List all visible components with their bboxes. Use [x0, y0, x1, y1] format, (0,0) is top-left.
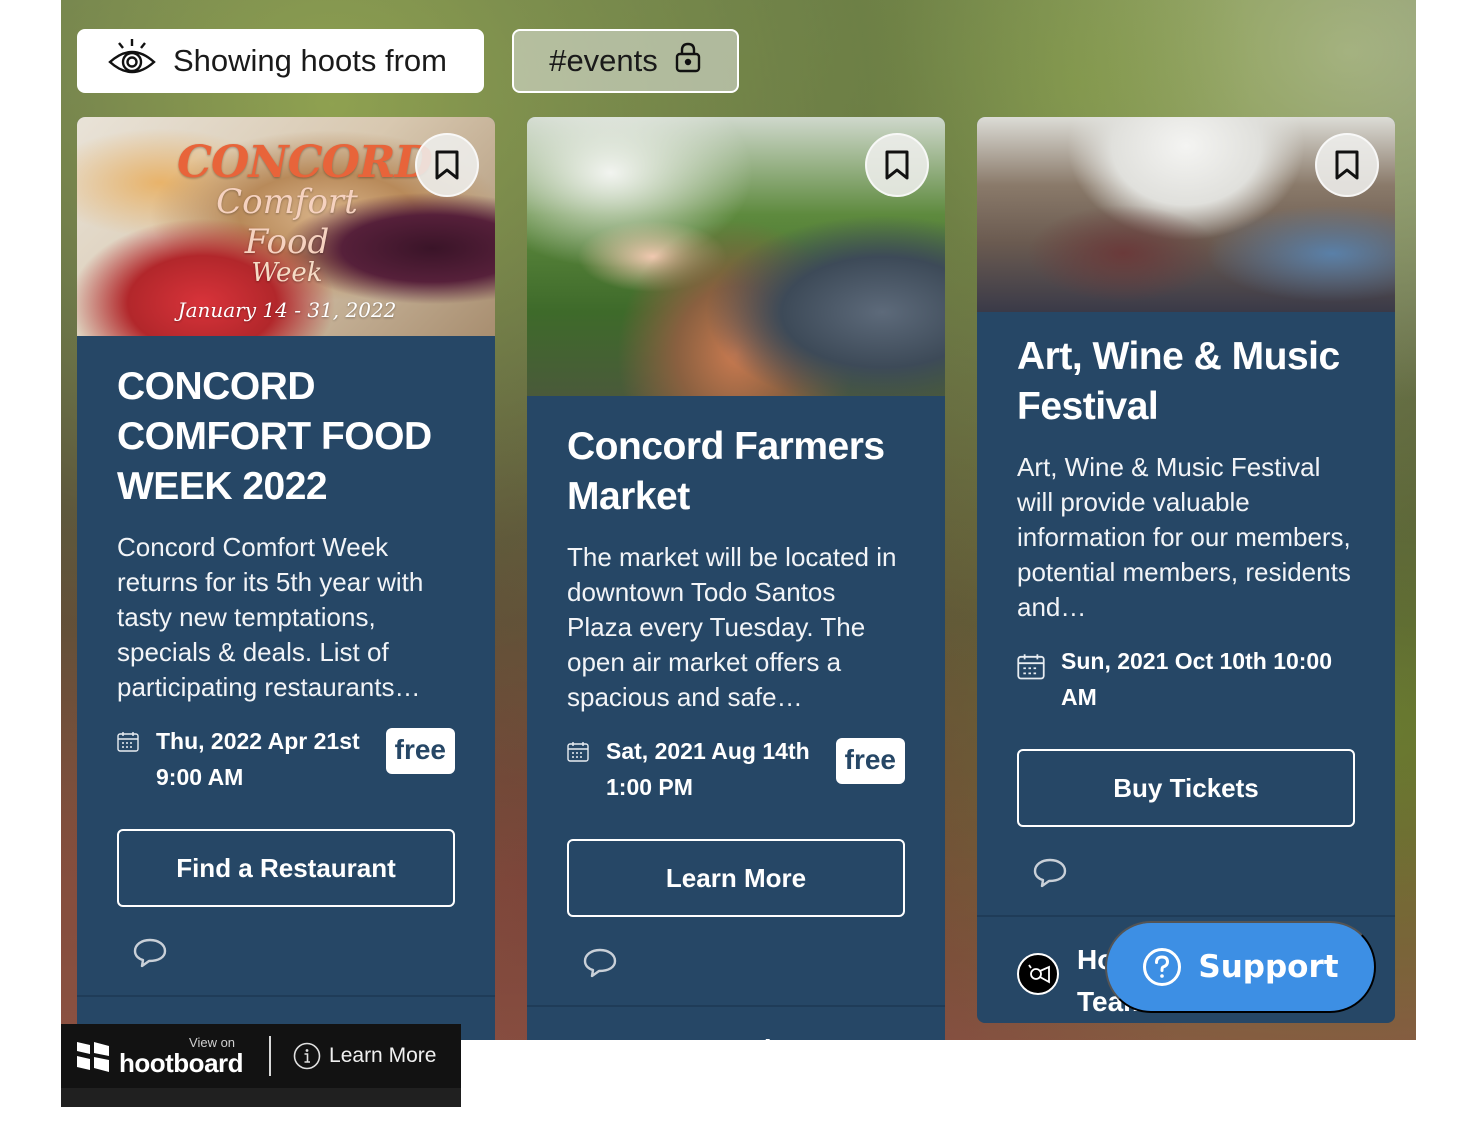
bookmark-icon — [885, 150, 909, 180]
author-name[interactable]: HootBoard — [627, 1029, 772, 1040]
comment-icon[interactable] — [583, 947, 617, 979]
image-text-line: January 14 - 31, 2022 — [177, 298, 397, 322]
bookmark-button[interactable] — [415, 133, 479, 197]
event-date-row: Thu, 2022 Apr 21st 9:00 AM free — [117, 723, 455, 795]
find-restaurant-button[interactable]: Find a Restaurant — [117, 829, 455, 907]
comment-row — [977, 831, 1395, 915]
event-title[interactable]: Art, Wine & Music Festival — [1017, 332, 1355, 432]
widget-learn-more-link[interactable]: Learn More — [293, 1042, 436, 1070]
event-card[interactable]: Concord Farmers Market The market will b… — [527, 117, 945, 1040]
events-board-background: Showing hoots from #events CONCORD Comfo… — [61, 0, 1416, 1040]
support-label: Support — [1198, 949, 1339, 985]
image-text-line: Comfort Food — [216, 182, 358, 262]
price-badge: free — [385, 728, 455, 774]
channel-filter-bar: Showing hoots from #events — [77, 29, 739, 93]
event-description: Concord Comfort Week returns for its 5th… — [117, 532, 424, 702]
buy-tickets-button[interactable]: Buy Tickets — [1017, 749, 1355, 827]
event-date-line: Sun, 2021 Oct 10th 10:00 — [1061, 648, 1333, 674]
event-date-line: Sat, 2021 Aug 14th — [606, 738, 810, 764]
bookmark-button[interactable] — [1315, 133, 1379, 197]
calendar-icon — [567, 742, 589, 762]
calendar-icon — [1017, 654, 1045, 680]
image-text-line: CONCORD — [177, 137, 433, 188]
learn-more-button[interactable]: Learn More — [567, 839, 905, 917]
calendar-icon — [117, 732, 139, 752]
event-time-line: AM — [1061, 684, 1097, 710]
info-icon — [293, 1042, 321, 1070]
widget-bottom-strip — [61, 1088, 461, 1107]
price-badge: free — [835, 738, 905, 784]
bookmark-icon — [435, 150, 459, 180]
event-title[interactable]: CONCORD COMFORT FOOD WEEK 2022 — [117, 362, 455, 512]
event-date-row: Sat, 2021 Aug 14th 1:00 PM free — [567, 733, 905, 805]
event-image[interactable] — [977, 117, 1395, 312]
author-avatar[interactable] — [1017, 953, 1059, 995]
megaphone-icon — [1028, 964, 1050, 984]
learn-more-text: Learn More — [329, 1044, 437, 1067]
showing-hoots-label: Showing hoots from — [77, 29, 484, 93]
event-image[interactable]: CONCORD Comfort Food Week January 14 - 3… — [77, 117, 495, 336]
event-description: Art, Wine & Music Festival will provide … — [1017, 452, 1351, 622]
event-time-line: 1:00 PM — [606, 774, 693, 800]
channel-chip-events[interactable]: #events — [512, 29, 739, 93]
widget-divider — [269, 1036, 272, 1076]
showing-hoots-text: Showing hoots from — [173, 43, 447, 78]
event-date: Thu, 2022 Apr 21st 9:00 AM — [156, 723, 376, 795]
support-button[interactable]: Support — [1105, 921, 1376, 1013]
comment-icon[interactable] — [133, 937, 167, 969]
help-question-icon — [1143, 948, 1182, 986]
bookmark-button[interactable] — [865, 133, 929, 197]
eye-icon — [107, 37, 157, 85]
lock-icon — [674, 41, 702, 81]
channel-name: #events — [549, 43, 658, 78]
hootboard-logo-icon — [77, 1042, 109, 1072]
event-date-row: Sun, 2021 Oct 10th 10:00 AM — [1017, 643, 1355, 715]
event-date: Sun, 2021 Oct 10th 10:00 AM — [1061, 643, 1351, 715]
view-on-hootboard-link[interactable]: View on hootboard — [77, 1036, 244, 1078]
view-on-hootboard-widget: View on hootboard Learn More — [61, 1024, 461, 1107]
event-title[interactable]: Concord Farmers Market — [567, 422, 905, 522]
event-description: The market will be located in downtown T… — [567, 542, 897, 712]
bookmark-icon — [1335, 150, 1359, 180]
event-card[interactable]: Art, Wine & Music Festival Art, Wine & M… — [977, 117, 1395, 1023]
card-author-footer: HootBoard — [527, 1005, 945, 1040]
event-image[interactable] — [527, 117, 945, 396]
image-text-line: Week — [251, 258, 323, 288]
comment-row — [527, 921, 945, 1005]
event-date: Sat, 2021 Aug 14th 1:00 PM — [606, 733, 826, 805]
event-image-caption: CONCORD Comfort Food Week January 14 - 3… — [177, 137, 433, 322]
event-card[interactable]: CONCORD Comfort Food Week January 14 - 3… — [77, 117, 495, 1040]
event-date-line: Thu, 2022 Apr 21st — [156, 728, 360, 754]
comment-icon[interactable] — [1033, 857, 1067, 889]
comment-row — [77, 911, 495, 995]
hootboard-brand-text: hootboard — [119, 1048, 244, 1078]
event-time-line: 9:00 AM — [156, 764, 244, 790]
